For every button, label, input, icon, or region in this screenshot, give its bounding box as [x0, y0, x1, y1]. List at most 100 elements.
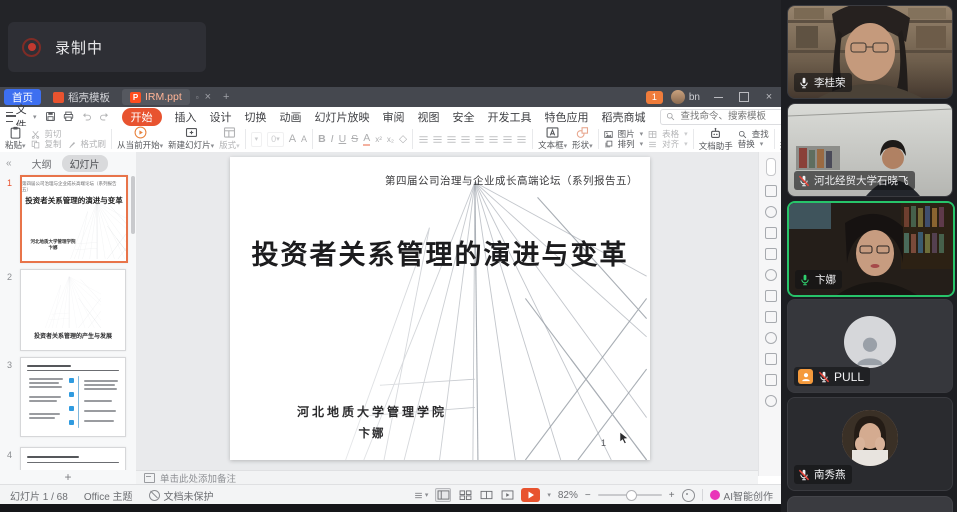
paste-button[interactable]: 粘贴▾: [5, 126, 26, 152]
panel-collapse-icon[interactable]: «: [6, 158, 12, 169]
menu-item-slideshow[interactable]: 幻灯片放映: [315, 109, 370, 125]
status-menu-button[interactable]: ▾: [413, 491, 429, 500]
replace-button[interactable]: 替换▾: [738, 140, 769, 149]
theme-name[interactable]: Office 主题: [84, 488, 133, 503]
italic-button[interactable]: I: [331, 133, 334, 145]
fit-to-window-icon[interactable]: [682, 489, 695, 502]
menu-item-devtools[interactable]: 开发工具: [488, 109, 532, 125]
menu-item-home[interactable]: 开始: [122, 108, 162, 126]
rail-tool-icon[interactable]: [765, 227, 777, 239]
superscript-button[interactable]: x²: [375, 135, 382, 144]
find-button[interactable]: 查找: [738, 130, 769, 139]
rail-tool-icon[interactable]: [765, 374, 777, 386]
undo-icon[interactable]: [81, 111, 92, 122]
doc-assistant-button[interactable]: 文档助手: [699, 127, 733, 151]
rail-tool-icon[interactable]: [765, 395, 777, 407]
participant-tile[interactable]: 南秀燕: [787, 397, 953, 491]
tab-docer[interactable]: 稻壳模板: [45, 89, 118, 105]
rail-tool-icon[interactable]: [765, 290, 777, 302]
protection-status[interactable]: 文档未保护: [149, 488, 214, 503]
rail-tool-icon[interactable]: [765, 206, 777, 218]
rail-tool-icon[interactable]: [765, 311, 777, 323]
ai-assistant-chip[interactable]: AI智能创作: [710, 488, 773, 503]
search-input[interactable]: [679, 110, 791, 123]
font-family-select[interactable]: ▾: [251, 132, 263, 147]
align-center-icon[interactable]: [460, 134, 471, 145]
panel-scrollbar[interactable]: [131, 176, 135, 234]
align-right-icon[interactable]: [474, 134, 485, 145]
shape-button[interactable]: 形状▾: [572, 126, 593, 152]
tab-outline[interactable]: 大纲: [32, 156, 52, 171]
window-close-button[interactable]: ×: [757, 91, 781, 103]
menu-item-review[interactable]: 审阅: [383, 109, 405, 125]
menu-item-transition[interactable]: 切换: [245, 109, 267, 125]
zoom-out-button[interactable]: −: [585, 490, 591, 501]
strikethrough-button[interactable]: S: [351, 133, 358, 145]
account-avatar[interactable]: [671, 90, 685, 104]
participant-tile[interactable]: 卞娜: [787, 201, 955, 297]
subscript-button[interactable]: x₂: [387, 135, 394, 144]
participant-tile[interactable]: 河北经贸大学石晓飞: [787, 103, 953, 197]
shrink-font-button[interactable]: A: [301, 134, 307, 144]
align-left-icon[interactable]: [446, 134, 457, 145]
menu-item-docer-store[interactable]: 稻壳商城: [602, 109, 646, 125]
slide-thumbnail-2[interactable]: 投资者关系管理的产生与发展: [20, 269, 126, 351]
menu-item-security[interactable]: 安全: [453, 109, 475, 125]
rail-tool-icon[interactable]: [765, 248, 777, 260]
format-painter-button[interactable]: 格式刷: [67, 140, 107, 149]
cut-button[interactable]: 剪切: [31, 130, 107, 139]
align-objects-button[interactable]: 对齐▾: [648, 140, 688, 149]
normal-view-button[interactable]: [435, 488, 451, 502]
copy-button[interactable]: 复制: [31, 140, 62, 149]
current-slide[interactable]: 第四届公司治理与企业成长高端论坛（系列报告五） 投资者关系管理的演进与变革 河北…: [230, 157, 650, 460]
print-icon[interactable]: [63, 111, 74, 122]
textbox-button[interactable]: 文本框▾: [538, 126, 567, 152]
tab-pin-icon[interactable]: ▫: [196, 93, 199, 102]
participant-tile[interactable]: 李桂荣: [787, 5, 953, 99]
indent-increase-icon[interactable]: [516, 134, 527, 145]
slideshow-view-button[interactable]: [500, 489, 514, 501]
command-search[interactable]: [660, 109, 797, 125]
new-tab-button[interactable]: +: [223, 91, 229, 103]
notification-badge[interactable]: 1: [646, 91, 663, 104]
font-color-button[interactable]: A: [363, 132, 370, 146]
rail-tool-icon[interactable]: [765, 269, 777, 281]
layout-button[interactable]: 版式▾: [219, 126, 240, 152]
justify-icon[interactable]: [488, 134, 499, 145]
indent-decrease-icon[interactable]: [502, 134, 513, 145]
bold-button[interactable]: B: [318, 133, 326, 145]
window-maximize-button[interactable]: [739, 92, 749, 102]
new-slide-button[interactable]: 新建幻灯片▾: [168, 126, 214, 152]
menu-item-featured-apps[interactable]: 特色应用: [545, 109, 589, 125]
rail-toggle[interactable]: [766, 158, 776, 176]
numbered-list-icon[interactable]: [432, 134, 443, 145]
participant-tile-partial[interactable]: [787, 496, 953, 512]
menu-item-view[interactable]: 视图: [418, 109, 440, 125]
slide-thumbnail-1[interactable]: 第四届公司治理与企业成长高端论坛（系列报告五） 投资者关系管理的演进与变革 河北…: [20, 175, 128, 263]
rail-tool-icon[interactable]: [765, 185, 777, 197]
window-minimize-button[interactable]: [714, 97, 723, 98]
tab-close-icon[interactable]: ×: [205, 91, 211, 103]
play-slideshow-button[interactable]: [521, 488, 540, 502]
grow-font-button[interactable]: A: [289, 133, 296, 145]
zoom-slider-knob[interactable]: [626, 490, 637, 501]
bullet-list-icon[interactable]: [418, 134, 429, 145]
rail-tool-icon[interactable]: [765, 353, 777, 365]
reading-view-button[interactable]: [479, 489, 493, 501]
slide-thumbnail-3[interactable]: [20, 357, 126, 437]
font-size-select[interactable]: 0▾: [267, 132, 284, 147]
slide-sorter-button[interactable]: [458, 489, 472, 501]
menu-item-insert[interactable]: 插入: [175, 109, 197, 125]
save-icon[interactable]: [45, 111, 56, 122]
slide-thumbnail-4[interactable]: [20, 447, 126, 470]
menu-item-animation[interactable]: 动画: [280, 109, 302, 125]
account-name[interactable]: bn: [689, 92, 700, 103]
zoom-in-button[interactable]: +: [669, 490, 675, 501]
tab-document[interactable]: P IRM.ppt: [122, 89, 190, 105]
notes-bar[interactable]: 单击此处添加备注: [136, 470, 758, 485]
play-from-current-button[interactable]: 从当前开始▾: [117, 126, 163, 152]
zoom-slider[interactable]: [598, 494, 662, 496]
arrange-button[interactable]: 排列▾: [604, 140, 644, 149]
picture-button[interactable]: 图片▾: [604, 130, 644, 139]
rail-tool-icon[interactable]: [765, 332, 777, 344]
